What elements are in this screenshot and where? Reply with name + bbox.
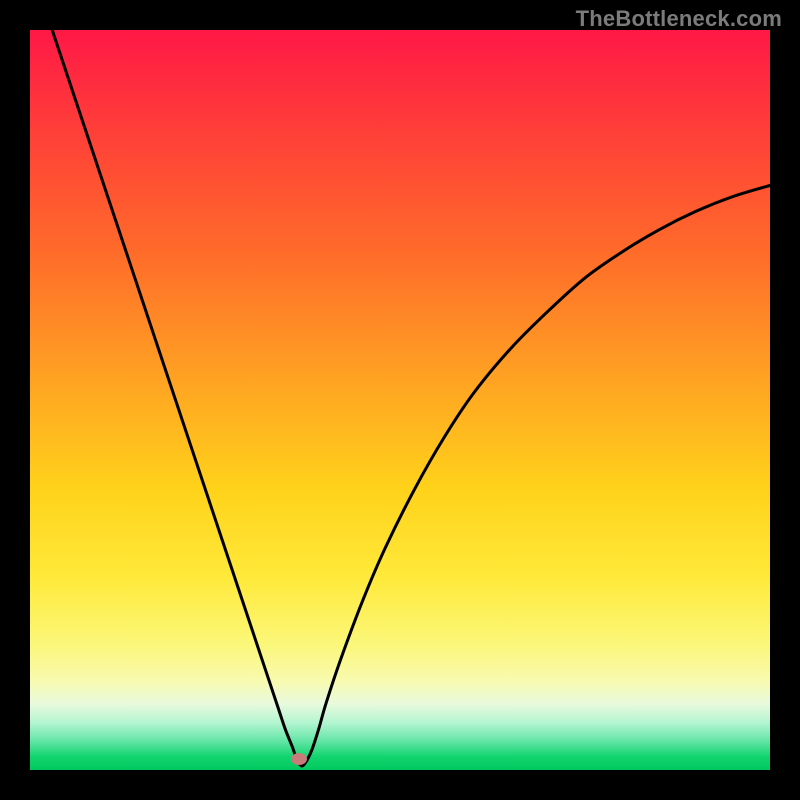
bottleneck-marker [291, 753, 307, 765]
bottleneck-curve [52, 30, 770, 766]
chart-stage: TheBottleneck.com [0, 0, 800, 800]
chart-svg [30, 30, 770, 770]
watermark-text: TheBottleneck.com [576, 6, 782, 32]
